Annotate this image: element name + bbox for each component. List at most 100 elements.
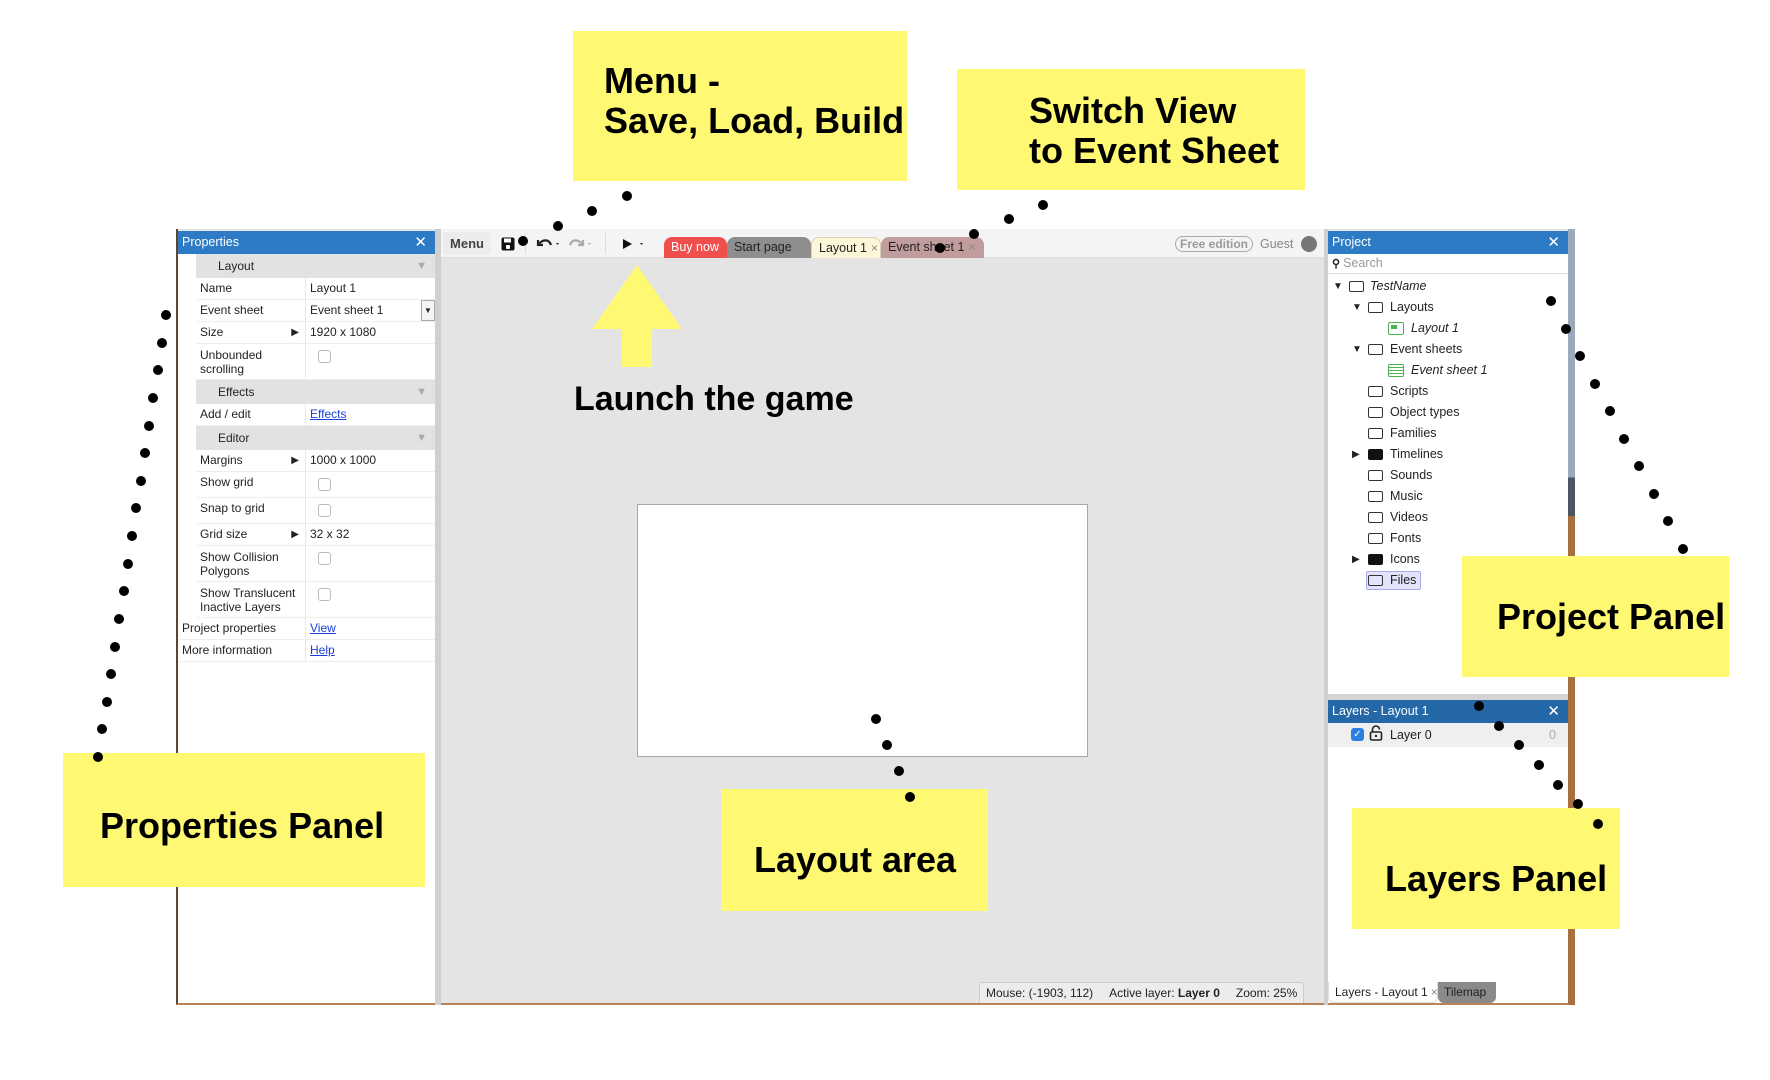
project-title: Project — [1332, 235, 1371, 249]
project-tree: ▼ TestName ▼ Layouts Layout 1 ▼ Event sheet… — [1328, 276, 1568, 591]
close-icon[interactable]: × — [1489, 985, 1496, 999]
expand-arrow-icon[interactable]: ▼ — [1333, 276, 1343, 297]
user-account-icon[interactable] — [1301, 236, 1317, 252]
menu-button[interactable]: Menu — [443, 232, 491, 255]
tree-item-layouts[interactable]: ▼ Layouts — [1328, 297, 1568, 318]
active-layer-value: Layer 0 — [1177, 986, 1220, 1000]
annotation-dot — [1619, 433, 1630, 444]
tree-item-fonts[interactable]: Fonts — [1328, 528, 1568, 549]
property-row-event-sheet: Event sheet Event sheet 1 ▼ — [196, 300, 435, 322]
tab-buy-now[interactable]: Buy now — [664, 237, 727, 258]
folder-icon — [1368, 575, 1383, 586]
free-edition-badge[interactable]: Free edition — [1175, 236, 1254, 252]
property-key[interactable]: Grid size ▶ — [196, 524, 306, 545]
collapse-triangle-icon[interactable]: ▼ — [416, 426, 427, 450]
collapse-triangle-icon[interactable]: ▼ — [416, 380, 427, 404]
expand-arrow-icon[interactable]: ▼ — [1352, 339, 1362, 360]
close-icon[interactable]: ✕ — [1547, 231, 1560, 254]
close-icon[interactable]: × — [1431, 985, 1438, 999]
dropdown-arrow-icon[interactable]: ▼ — [421, 300, 435, 321]
close-icon[interactable]: ✕ — [414, 231, 427, 254]
property-key: Show grid — [196, 472, 306, 497]
undo-button[interactable] — [535, 232, 561, 255]
expand-triangle-icon[interactable]: ▶ — [291, 326, 299, 339]
tab-start-page[interactable]: Start page × — [727, 237, 811, 258]
annotation-line: Switch View — [1029, 90, 1237, 131]
tree-item-testname[interactable]: ▼ TestName — [1328, 276, 1568, 297]
redo-button[interactable] — [568, 232, 594, 255]
close-icon[interactable]: × — [968, 240, 975, 254]
view-link[interactable]: View — [310, 621, 336, 635]
grid-size-field[interactable]: 32 x 32 — [306, 524, 435, 545]
tree-label: Music — [1390, 489, 1423, 503]
tab-label: Layout 1 — [819, 241, 867, 255]
tree-item-layout-1[interactable]: Layout 1 — [1328, 318, 1568, 339]
expand-triangle-icon[interactable]: ▶ — [291, 528, 299, 541]
tab-label: Event sheet 1 — [888, 240, 965, 254]
annotation-dot — [122, 558, 133, 569]
tab-layers-layout-1[interactable]: Layers - Layout 1 × — [1328, 982, 1438, 1003]
expand-triangle-icon[interactable]: ▶ — [291, 454, 299, 467]
tab-tilemap[interactable]: Tilemap × — [1438, 982, 1496, 1003]
annotation-dot — [1575, 351, 1586, 362]
project-search-input[interactable]: ⚲ Search — [1328, 254, 1568, 274]
tree-label: Families — [1390, 426, 1437, 440]
undo-icon — [536, 239, 559, 247]
tree-item-timelines[interactable]: ▶ Timelines — [1328, 444, 1568, 465]
tree-item-music[interactable]: Music — [1328, 486, 1568, 507]
snap-to-grid-checkbox[interactable] — [318, 504, 331, 517]
size-field[interactable]: 1920 x 1080 — [306, 322, 435, 343]
tree-item-object-types[interactable]: Object types — [1328, 402, 1568, 423]
tree-item-event-sheets[interactable]: ▼ Event sheets — [1328, 339, 1568, 360]
event-sheet-select[interactable]: Event sheet 1 ▼ — [306, 300, 435, 321]
margins-field[interactable]: 1000 x 1000 — [306, 450, 435, 471]
tree-label: Event sheet 1 — [1411, 363, 1488, 377]
property-key[interactable]: Margins ▶ — [196, 450, 306, 471]
close-icon[interactable]: × — [796, 240, 803, 254]
property-row-show-translucent-inactive-layers: Show Translucent Inactive Layers — [196, 582, 435, 618]
expand-arrow-icon[interactable]: ▼ — [1352, 297, 1362, 318]
expand-arrow-icon[interactable]: ▶ — [1352, 444, 1362, 465]
play-button[interactable] — [621, 232, 647, 255]
close-icon[interactable]: × — [871, 241, 878, 255]
show-translucent-inactive-layers-checkbox[interactable] — [318, 588, 331, 601]
section-layout[interactable]: Layout ▼ — [196, 254, 435, 278]
tree-item-families[interactable]: Families — [1328, 423, 1568, 444]
effects-link[interactable]: Effects — [310, 407, 346, 421]
help-link[interactable]: Help — [310, 643, 335, 657]
tree-item-videos[interactable]: Videos — [1328, 507, 1568, 528]
tree-item-scripts[interactable]: Scripts — [1328, 381, 1568, 402]
save-button[interactable] — [501, 232, 515, 255]
section-editor[interactable]: Editor ▼ — [196, 426, 435, 450]
user-label[interactable]: Guest — [1260, 234, 1293, 254]
unbounded-scrolling-checkbox[interactable] — [318, 350, 331, 363]
save-icon — [501, 237, 515, 251]
layout-canvas[interactable] — [637, 504, 1088, 757]
annotation-dot — [93, 752, 103, 762]
annotation-project-panel: Project Panel — [1462, 556, 1729, 677]
tree-item-event-sheet-1[interactable]: Event sheet 1 — [1328, 360, 1568, 381]
show-collision-polygons-checkbox[interactable] — [318, 552, 331, 565]
folder-icon — [1368, 407, 1383, 418]
tab-layout-1[interactable]: Layout 1 × — [811, 237, 881, 258]
lock-icon[interactable] — [1369, 725, 1383, 749]
annotation-dot — [144, 420, 154, 431]
section-effects[interactable]: Effects ▼ — [196, 380, 435, 404]
name-field[interactable]: Layout 1 — [306, 278, 435, 299]
tab-event-sheet-1[interactable]: Event sheet 1 × — [881, 237, 984, 258]
close-icon[interactable]: ✕ — [1547, 700, 1560, 723]
layer-visible-checkbox[interactable]: ✓ — [1351, 728, 1364, 741]
annotation-dot — [552, 221, 563, 231]
collapse-triangle-icon[interactable]: ▼ — [416, 254, 427, 278]
layer-row[interactable]: ✓ Layer 0 0 — [1328, 723, 1568, 747]
property-key[interactable]: Size ▶ — [196, 322, 306, 343]
tree-label: Event sheets — [1390, 342, 1463, 356]
annotation-dot — [1553, 779, 1564, 790]
show-grid-checkbox[interactable] — [318, 478, 331, 491]
tree-label: Scripts — [1390, 384, 1429, 398]
expand-arrow-icon[interactable]: ▶ — [1352, 549, 1362, 570]
property-key: Add / edit — [196, 404, 306, 425]
annotation-dot — [1513, 740, 1524, 751]
active-layer: Active layer: Layer 0 — [1109, 986, 1220, 1000]
tree-item-sounds[interactable]: Sounds — [1328, 465, 1568, 486]
